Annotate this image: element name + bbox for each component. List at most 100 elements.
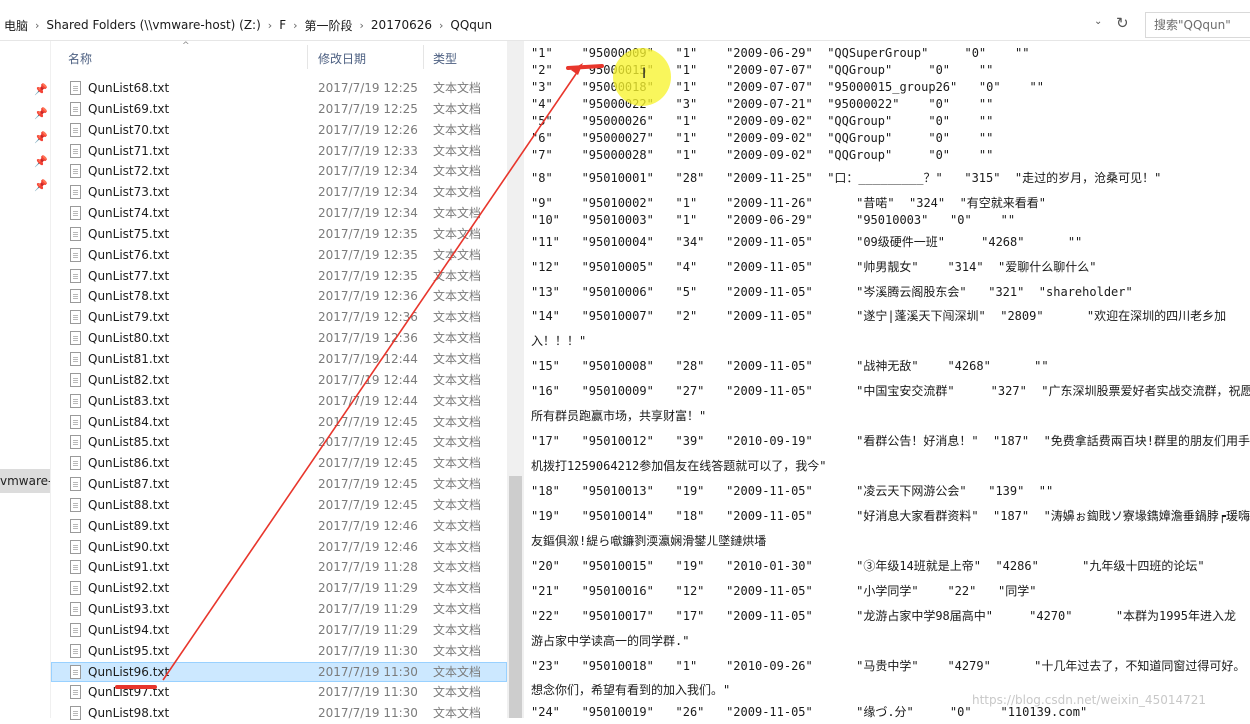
file-row[interactable]: QunList81.txt 2017/7/19 12:44 文本文档 xyxy=(51,349,507,370)
sort-ascending-icon: ^ xyxy=(182,41,190,51)
file-type: 文本文档 xyxy=(433,622,482,637)
file-row[interactable]: QunList88.txt 2017/7/19 12:45 文本文档 xyxy=(51,495,507,516)
file-modified-date: 2017/7/19 12:36 xyxy=(318,289,418,304)
search-box[interactable] xyxy=(1145,12,1250,38)
file-name: QunList89.txt xyxy=(88,518,170,533)
navigation-pane: 📌 📌 📌 📌 📌 vmware- xyxy=(0,41,51,718)
column-divider[interactable] xyxy=(423,45,424,69)
file-row[interactable]: QunList90.txt 2017/7/19 12:46 文本文档 xyxy=(51,537,507,558)
breadcrumb-item-stage1[interactable]: 第一阶段 xyxy=(301,17,357,34)
column-header-date[interactable]: 修改日期 xyxy=(318,41,366,71)
file-row[interactable]: QunList74.txt 2017/7/19 12:34 文本文档 xyxy=(51,203,507,224)
file-name: QunList79.txt xyxy=(88,310,170,325)
file-type: 文本文档 xyxy=(433,435,482,450)
file-row[interactable]: QunList92.txt 2017/7/19 11:29 文本文档 xyxy=(51,578,507,599)
text-line: "14" "95010007" "2" "2009-11-05" "遂宁|蓬溪天… xyxy=(531,309,1227,323)
file-modified-date: 2017/7/19 12:34 xyxy=(318,206,418,221)
text-file-icon xyxy=(70,164,81,179)
chevron-right-icon[interactable]: › xyxy=(32,19,42,32)
file-name: QunList86.txt xyxy=(88,456,170,471)
breadcrumb[interactable]: 电脑 › Shared Folders (\\vmware-host) (Z:)… xyxy=(0,14,496,36)
file-row[interactable]: QunList94.txt 2017/7/19 11:29 文本文档 xyxy=(51,620,507,641)
chevron-right-icon[interactable]: › xyxy=(436,19,446,32)
text-line: 机拨打1259064212参加倡友在线答题就可以了，我今" xyxy=(531,459,827,473)
file-row[interactable]: QunList71.txt 2017/7/19 12:33 文本文档 xyxy=(51,141,507,162)
breadcrumb-item-f[interactable]: F xyxy=(275,18,290,32)
nav-item-vmware-host[interactable]: vmware- xyxy=(0,469,50,493)
file-row[interactable]: QunList84.txt 2017/7/19 12:45 文本文档 xyxy=(51,412,507,433)
file-row[interactable]: QunList96.txt 2017/7/19 11:30 文本文档 xyxy=(51,661,507,683)
text-line: "7" "95000028" "1" "2009-09-02" "QQGroup… xyxy=(531,148,994,162)
file-row[interactable]: QunList97.txt 2017/7/19 11:30 文本文档 xyxy=(51,682,507,703)
text-file-icon xyxy=(70,247,81,262)
text-line: "6" "95000027" "1" "2009-09-02" "QQGroup… xyxy=(531,131,994,145)
breadcrumb-item-pc[interactable]: 电脑 xyxy=(0,17,32,34)
text-file-icon xyxy=(70,456,81,471)
file-row[interactable]: QunList73.txt 2017/7/19 12:34 文本文档 xyxy=(51,182,507,203)
file-row[interactable]: QunList80.txt 2017/7/19 12:36 文本文档 xyxy=(51,328,507,349)
file-type: 文本文档 xyxy=(433,351,482,366)
file-row[interactable]: QunList85.txt 2017/7/19 12:45 文本文档 xyxy=(51,432,507,453)
search-input[interactable] xyxy=(1146,13,1250,37)
text-file-icon xyxy=(70,581,81,596)
address-dropdown-icon[interactable]: ⌄ xyxy=(1094,16,1102,27)
breadcrumb-item-qqqun[interactable]: QQqun xyxy=(446,18,496,32)
text-line: "18" "95010013" "19" "2009-11-05" "凌云天下网… xyxy=(531,484,1054,498)
file-modified-date: 2017/7/19 12:44 xyxy=(318,393,418,408)
file-row[interactable]: QunList83.txt 2017/7/19 12:44 文本文档 xyxy=(51,391,507,412)
file-modified-date: 2017/7/19 11:29 xyxy=(318,622,418,637)
file-row[interactable]: QunList86.txt 2017/7/19 12:45 文本文档 xyxy=(51,453,507,474)
chevron-right-icon[interactable]: › xyxy=(357,19,367,32)
column-header-name[interactable]: 名称 xyxy=(68,41,92,71)
file-row[interactable]: QunList70.txt 2017/7/19 12:26 文本文档 xyxy=(51,120,507,141)
breadcrumb-item-shared-folders[interactable]: Shared Folders (\\vmware-host) (Z:) xyxy=(42,18,264,32)
text-file-icon xyxy=(70,226,81,241)
chevron-right-icon[interactable]: › xyxy=(290,19,300,32)
text-line: 游占家中学读高一的同学群." xyxy=(531,634,690,648)
pin-icon[interactable]: 📌 xyxy=(34,179,48,192)
refresh-icon[interactable]: ↻ xyxy=(1116,14,1129,32)
text-line: "5" "95000026" "1" "2009-09-02" "QQGroup… xyxy=(531,114,994,128)
column-divider[interactable] xyxy=(307,45,308,69)
pin-icon[interactable]: 📌 xyxy=(34,131,48,144)
file-type: 文本文档 xyxy=(433,331,482,346)
text-line: "3" "95000018" "1" "2009-07-07" "9500001… xyxy=(531,80,1044,94)
file-row[interactable]: QunList72.txt 2017/7/19 12:34 文本文档 xyxy=(51,161,507,182)
file-type: 文本文档 xyxy=(433,206,482,221)
file-name: QunList87.txt xyxy=(88,477,170,492)
text-content-pane: "1" "95000009" "1" "2009-06-29" "QQSuper… xyxy=(524,41,1250,718)
file-row[interactable]: QunList95.txt 2017/7/19 11:30 文本文档 xyxy=(51,641,507,662)
file-type: 文本文档 xyxy=(433,685,482,700)
file-name: QunList98.txt xyxy=(88,706,170,721)
text-line: "23" "95010018" "1" "2010-09-26" "马贵中学" … xyxy=(531,659,1246,673)
file-row[interactable]: QunList76.txt 2017/7/19 12:35 文本文档 xyxy=(51,245,507,266)
column-header-type[interactable]: 类型 xyxy=(433,41,457,71)
file-name: QunList96.txt xyxy=(88,664,170,679)
file-modified-date: 2017/7/19 12:35 xyxy=(318,226,418,241)
breadcrumb-item-20170626[interactable]: 20170626 xyxy=(367,18,436,32)
file-row[interactable]: QunList89.txt 2017/7/19 12:46 文本文档 xyxy=(51,516,507,537)
file-row[interactable]: QunList68.txt 2017/7/19 12:25 文本文档 xyxy=(51,78,507,99)
text-file-icon xyxy=(70,602,81,617)
chevron-right-icon[interactable]: › xyxy=(265,19,275,32)
pin-icon[interactable]: 📌 xyxy=(34,155,48,168)
file-type: 文本文档 xyxy=(433,706,482,721)
file-row[interactable]: QunList77.txt 2017/7/19 12:35 文本文档 xyxy=(51,266,507,287)
file-row[interactable]: QunList69.txt 2017/7/19 12:25 文本文档 xyxy=(51,99,507,120)
file-row[interactable]: QunList75.txt 2017/7/19 12:35 文本文档 xyxy=(51,224,507,245)
file-row[interactable]: QunList91.txt 2017/7/19 11:28 文本文档 xyxy=(51,557,507,578)
file-row[interactable]: QunList98.txt 2017/7/19 11:30 文本文档 xyxy=(51,703,507,724)
watermark: https://blog.csdn.net/weixin_45014721 xyxy=(972,693,1207,707)
pin-icon[interactable]: 📌 xyxy=(34,107,48,120)
file-row[interactable]: QunList87.txt 2017/7/19 12:45 文本文档 xyxy=(51,474,507,495)
file-row[interactable]: QunList82.txt 2017/7/19 12:44 文本文档 xyxy=(51,370,507,391)
scrollbar-thumb[interactable] xyxy=(509,476,522,718)
file-row[interactable]: QunList78.txt 2017/7/19 12:36 文本文档 xyxy=(51,286,507,307)
file-modified-date: 2017/7/19 12:45 xyxy=(318,435,418,450)
file-row[interactable]: QunList79.txt 2017/7/19 12:36 文本文档 xyxy=(51,307,507,328)
pin-icon[interactable]: 📌 xyxy=(34,83,48,96)
text-line: "22" "95010017" "17" "2009-11-05" "龙游占家中… xyxy=(531,609,1236,623)
file-name: QunList74.txt xyxy=(88,206,170,221)
text-line: "19" "95010014" "18" "2009-11-05" "好消息大家… xyxy=(531,509,1250,523)
file-row[interactable]: QunList93.txt 2017/7/19 11:29 文本文档 xyxy=(51,599,507,620)
